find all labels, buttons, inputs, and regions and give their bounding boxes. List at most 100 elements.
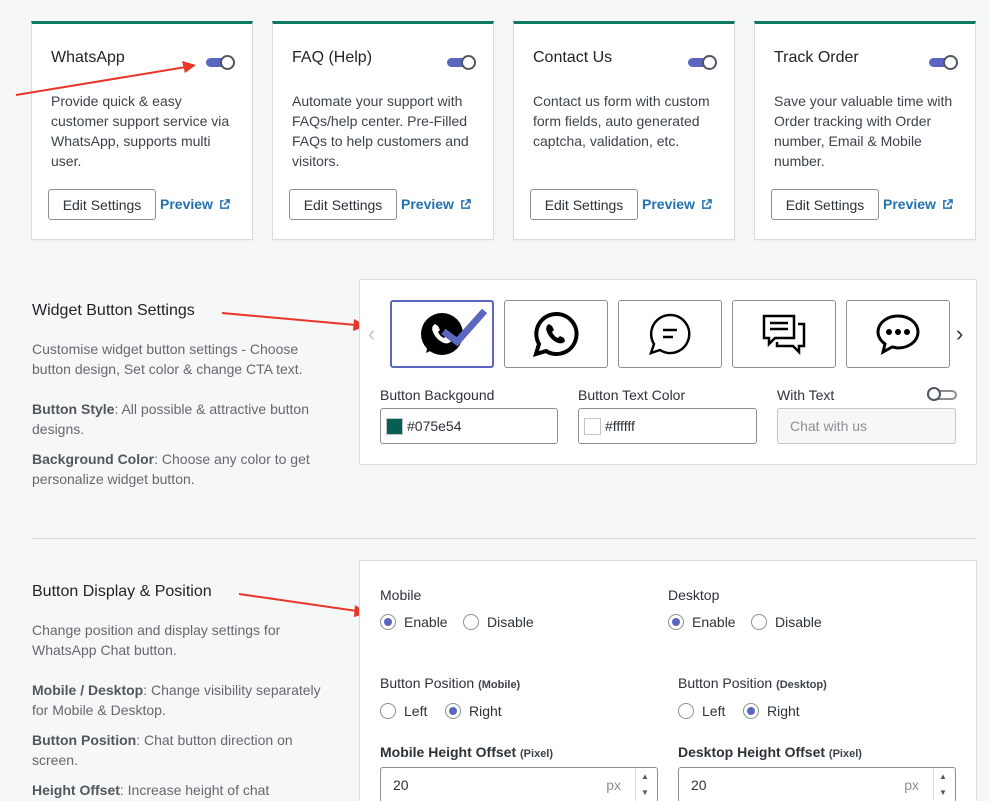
- field-label-text: Desktop Height Offset: [678, 744, 826, 760]
- annotation-arrow-icon: [238, 593, 368, 617]
- card-contact-us: Contact Us Contact us form with custom f…: [513, 21, 735, 240]
- widget-settings-description: Customise widget button settings - Choos…: [32, 341, 303, 377]
- spin-up-icon[interactable]: ▲: [939, 772, 947, 781]
- style-option-chat-bubble-lines[interactable]: [618, 300, 722, 368]
- mobile-enable-radio[interactable]: Enable: [380, 614, 448, 630]
- edit-settings-button[interactable]: Edit Settings: [771, 189, 879, 220]
- radio-dot: [743, 703, 759, 719]
- chat-bubble-lines-icon: [649, 313, 691, 355]
- whatsapp-toggle[interactable]: [206, 55, 235, 70]
- card-description: Automate your support with FAQs/help cen…: [292, 93, 469, 169]
- card-title: Contact Us: [533, 49, 613, 66]
- check-icon: [441, 308, 488, 347]
- preview-label: Preview: [883, 196, 936, 212]
- track-order-toggle[interactable]: [929, 55, 958, 70]
- desktop-enable-radio[interactable]: Enable: [668, 614, 736, 630]
- button-position-mobile-label: Button Position (Mobile): [380, 675, 520, 691]
- edit-settings-button[interactable]: Edit Settings: [530, 189, 638, 220]
- external-link-icon: [702, 198, 712, 209]
- style-option-chat-dots[interactable]: [846, 300, 950, 368]
- spin-down-icon[interactable]: ▼: [939, 788, 947, 797]
- field-label-hint: (Pixel): [828, 748, 862, 760]
- radio-dot: [380, 614, 396, 630]
- preview-label: Preview: [642, 196, 695, 212]
- color-swatch: [584, 418, 601, 435]
- radio-dot: [678, 703, 694, 719]
- help-term: Background Color: [32, 451, 155, 467]
- style-option-chat-double-bubble[interactable]: [732, 300, 836, 368]
- with-text-label: With Text: [777, 387, 835, 403]
- radio-dot: [380, 703, 396, 719]
- mobile-label: Mobile: [380, 587, 422, 603]
- input-unit: px: [606, 777, 621, 793]
- chevron-right-icon[interactable]: ›: [956, 323, 963, 345]
- radio-label: Enable: [692, 614, 736, 630]
- help-term: Mobile / Desktop: [32, 682, 144, 698]
- section-divider: [32, 538, 976, 539]
- mobile-position-right-radio[interactable]: Right: [445, 703, 502, 719]
- card-description: Provide quick & easy customer support se…: [51, 93, 230, 169]
- preview-label: Preview: [401, 196, 454, 212]
- spin-up-icon[interactable]: ▲: [641, 772, 649, 781]
- desktop-height-offset-label: Desktop Height Offset (Pixel): [678, 744, 862, 760]
- radio-label: Enable: [404, 614, 448, 630]
- button-background-input[interactable]: #075e54: [380, 408, 558, 444]
- preview-link[interactable]: Preview: [160, 196, 230, 212]
- display-position-title: Button Display & Position: [32, 583, 212, 600]
- chat-dots-icon: [876, 314, 920, 355]
- external-link-icon: [943, 198, 953, 209]
- annotation-arrow-icon: [15, 61, 196, 96]
- edit-settings-button[interactable]: Edit Settings: [289, 189, 397, 220]
- radio-dot: [445, 703, 461, 719]
- button-position-desktop-label: Button Position (Desktop): [678, 675, 827, 691]
- desktop-height-offset-input[interactable]: 20 px ▲ ▼: [678, 767, 956, 801]
- card-track-order: Track Order Save your valuable time with…: [754, 21, 976, 240]
- cta-text-input[interactable]: Chat with us: [777, 408, 956, 444]
- mobile-position-left-radio[interactable]: Left: [380, 703, 427, 719]
- number-spinner[interactable]: ▲ ▼: [635, 768, 657, 801]
- button-background-label: Button Backgound: [380, 387, 495, 403]
- card-faq: FAQ (Help) Automate your support with FA…: [272, 21, 494, 240]
- desktop-disable-radio[interactable]: Disable: [751, 614, 822, 630]
- button-text-color-input[interactable]: #ffffff: [578, 408, 757, 444]
- input-unit: px: [904, 777, 919, 793]
- field-label-text: Button Position: [380, 675, 475, 691]
- preview-link[interactable]: Preview: [401, 196, 471, 212]
- feature-cards: WhatsApp Provide quick & easy customer s…: [0, 0, 989, 245]
- card-description: Contact us form with custom form fields,…: [533, 93, 710, 149]
- radio-label: Right: [767, 703, 800, 719]
- card-title: FAQ (Help): [292, 49, 373, 66]
- style-option-whatsapp-filled[interactable]: [390, 300, 494, 368]
- mobile-height-offset-input[interactable]: 20 px ▲ ▼: [380, 767, 658, 801]
- spin-down-icon[interactable]: ▼: [641, 788, 649, 797]
- field-label-hint: (Pixel): [520, 748, 554, 760]
- faq-toggle[interactable]: [447, 55, 476, 70]
- number-spinner[interactable]: ▲ ▼: [933, 768, 955, 801]
- mobile-height-offset-label: Mobile Height Offset (Pixel): [380, 744, 553, 760]
- edit-settings-button[interactable]: Edit Settings: [48, 189, 156, 220]
- widget-settings-title: Widget Button Settings: [32, 302, 195, 319]
- field-label-text: Button Position: [678, 675, 773, 691]
- desktop-position-right-radio[interactable]: Right: [743, 703, 800, 719]
- preview-link[interactable]: Preview: [642, 196, 712, 212]
- radio-label: Right: [469, 703, 502, 719]
- contact-us-toggle[interactable]: [688, 55, 717, 70]
- external-link-icon: [461, 198, 471, 209]
- field-label-hint: (Mobile): [478, 679, 521, 691]
- external-link-icon: [220, 198, 230, 209]
- preview-link[interactable]: Preview: [883, 196, 953, 212]
- card-description: Save your valuable time with Order track…: [774, 93, 953, 169]
- chevron-left-icon[interactable]: ‹: [368, 323, 375, 345]
- radio-dot: [463, 614, 479, 630]
- with-text-toggle[interactable]: [927, 387, 957, 402]
- desktop-position-left-radio[interactable]: Left: [678, 703, 725, 719]
- radio-dot: [751, 614, 767, 630]
- card-whatsapp: WhatsApp Provide quick & easy customer s…: [31, 21, 253, 240]
- mobile-disable-radio[interactable]: Disable: [463, 614, 534, 630]
- button-style-help: Button Style: All possible & attractive …: [32, 399, 322, 439]
- style-option-whatsapp-outline[interactable]: [504, 300, 608, 368]
- color-swatch: [386, 418, 403, 435]
- annotation-arrow-icon: [221, 312, 367, 331]
- field-label-hint: (Desktop): [776, 679, 827, 691]
- color-value: #075e54: [407, 418, 462, 434]
